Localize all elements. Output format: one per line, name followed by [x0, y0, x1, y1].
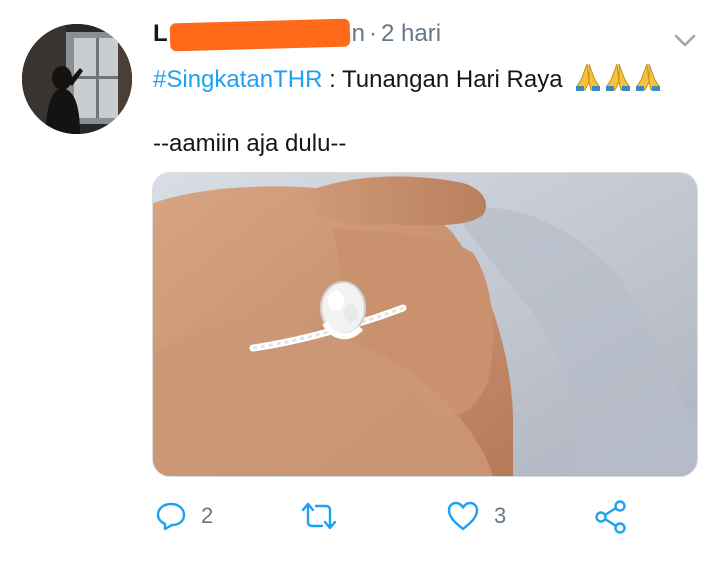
retweet-button[interactable] [300, 500, 338, 532]
redaction-mark [169, 18, 351, 52]
tweet-photo[interactable] [152, 172, 698, 477]
author-name-tail: n [351, 20, 366, 47]
share-button[interactable] [594, 500, 628, 534]
tweet-header: Ln · 2 hari [153, 18, 441, 52]
like-count: 3 [494, 503, 507, 528]
folded-hands-icon [573, 62, 665, 99]
avatar[interactable] [22, 24, 132, 134]
reply-count: 2 [201, 503, 214, 528]
hashtag-link[interactable]: #SingkatanTHR [153, 66, 322, 93]
reply-icon [156, 502, 186, 531]
like-icon [447, 501, 479, 531]
share-icon [595, 500, 626, 534]
tweet-actions: 2 3 [0, 500, 720, 540]
chevron-down-icon[interactable] [672, 30, 698, 50]
timestamp[interactable]: 2 hari [381, 20, 441, 47]
separator-dot: · [369, 20, 378, 47]
reply-button[interactable]: 2 [155, 500, 213, 532]
tweet-text: : Tunangan Hari Raya [322, 65, 563, 93]
tweet-text-second-line: --aamiin aja dulu-- [153, 130, 347, 157]
like-button[interactable]: 3 [446, 500, 506, 532]
retweet-icon [301, 502, 337, 530]
author-name[interactable]: L [153, 20, 168, 47]
tweet-text-line: #SingkatanTHR : Tunangan Hari Raya [153, 62, 665, 99]
